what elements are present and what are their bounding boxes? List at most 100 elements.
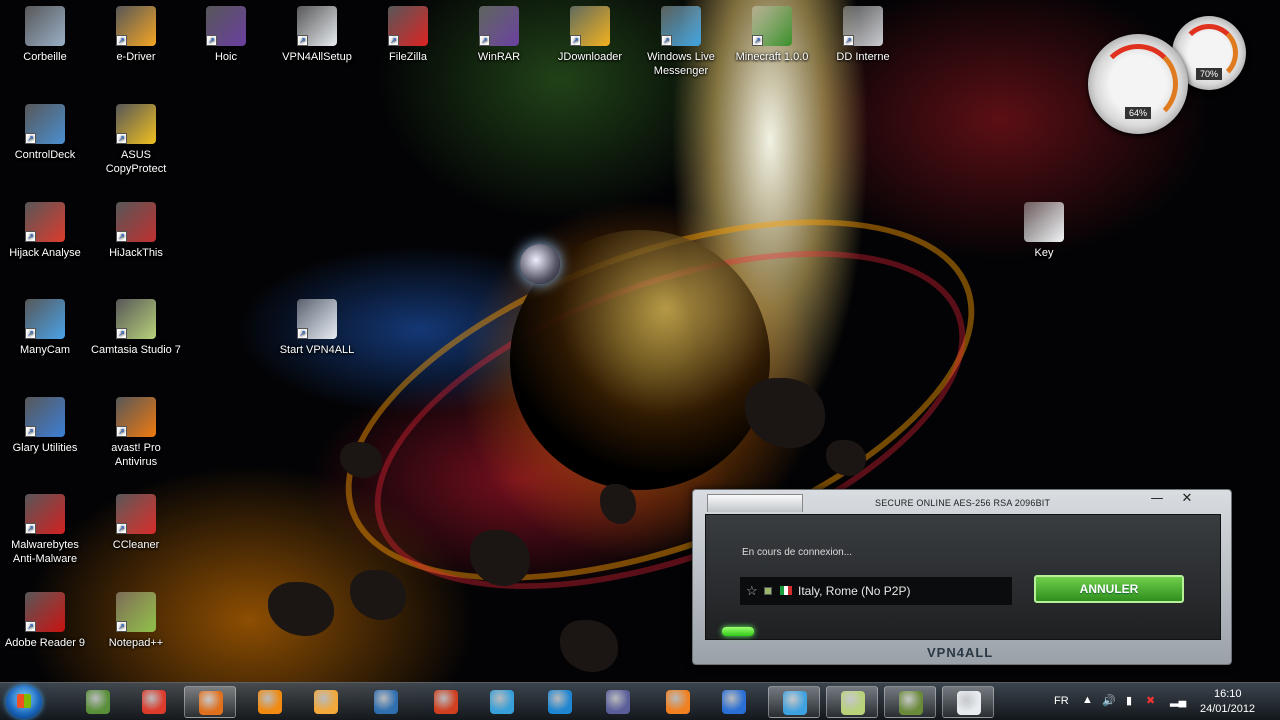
desktop-icon-label: ControlDeck xyxy=(14,149,76,161)
desktop-icon-label: Windows Live Messenger xyxy=(647,51,715,77)
desktop-icon[interactable]: ↗ Minecraft 1.0.0 xyxy=(727,6,817,64)
shortcut-arrow-icon: ↗ xyxy=(388,35,399,46)
power-icon[interactable]: ▮ xyxy=(1126,694,1132,707)
favorite-star-icon[interactable]: ☆ xyxy=(746,577,758,605)
globe-icon xyxy=(722,690,746,714)
taskbar-button[interactable] xyxy=(476,686,528,718)
desktop-icon[interactable]: ↗ Malwarebytes Anti-Malware xyxy=(0,494,90,566)
hard-drive-icon: ↗ xyxy=(843,6,883,46)
desktop-icon[interactable]: ↗ Notepad++ xyxy=(91,592,181,650)
desktop-icon[interactable]: ↗ Camtasia Studio 7 xyxy=(91,299,181,357)
taskbar-button[interactable] xyxy=(244,686,296,718)
shortcut-arrow-icon: ↗ xyxy=(843,35,854,46)
messenger-icon xyxy=(783,691,807,715)
shortcut-arrow-icon: ↗ xyxy=(570,35,581,46)
minimize-button[interactable]: — xyxy=(1143,491,1171,509)
shortcut-arrow-icon: ↗ xyxy=(752,35,763,46)
desktop-icon[interactable]: ↗ Windows Live Messenger xyxy=(636,6,726,78)
taskbar-button[interactable] xyxy=(708,686,760,718)
network-icon[interactable]: ✖ xyxy=(1146,694,1155,707)
close-button[interactable]: ✕ xyxy=(1173,491,1201,509)
shortcut-arrow-icon: ↗ xyxy=(25,231,36,242)
winrar-archive-icon: ↗ xyxy=(206,6,246,46)
vpn-titlebar[interactable]: SECURE ONLINE AES-256 RSA 2096BIT — ✕ xyxy=(693,490,1231,514)
controldeck-icon: ↗ xyxy=(25,104,65,144)
shortcut-arrow-icon: ↗ xyxy=(25,328,36,339)
desktop-icon-label: Malwarebytes Anti-Malware xyxy=(11,539,79,565)
desktop-icon[interactable]: ↗ FileZilla xyxy=(363,6,453,64)
clock-time[interactable]: 16:10 xyxy=(1214,688,1242,700)
glary-utilities-icon: ↗ xyxy=(25,397,65,437)
desktop-icon-label: Hijack Analyse xyxy=(9,247,81,259)
show-hidden-icons-icon[interactable]: ▲ xyxy=(1082,694,1093,706)
taskbar-button[interactable] xyxy=(72,686,124,718)
desktop-icon[interactable]: ↗ JDownloader xyxy=(545,6,635,64)
shortcut-arrow-icon: ↗ xyxy=(661,35,672,46)
taskbar-button[interactable] xyxy=(534,686,586,718)
cancel-button[interactable]: ANNULER xyxy=(1034,575,1184,603)
desktop-icon-label: Corbeille xyxy=(23,51,67,63)
desktop-icon-label: CCleaner xyxy=(112,539,160,551)
taskbar-button[interactable] xyxy=(592,686,644,718)
shortcut-arrow-icon: ↗ xyxy=(116,328,127,339)
desktop-icon[interactable]: ↗ WinRAR xyxy=(454,6,544,64)
desktop-icon[interactable]: ↗ CCleaner xyxy=(91,494,181,552)
signal-icon[interactable]: ▂▄ xyxy=(1170,694,1186,707)
shortcut-arrow-icon: ↗ xyxy=(297,35,308,46)
wallpaper-moon xyxy=(520,244,560,284)
desktop-icon[interactable]: ↗ ManyCam xyxy=(0,299,90,357)
shortcut-arrow-icon: ↗ xyxy=(116,426,127,437)
desktop-icon[interactable]: ↗ e-Driver xyxy=(91,6,181,64)
language-indicator[interactable]: FR xyxy=(1054,695,1069,707)
taskbar-button[interactable] xyxy=(768,686,820,718)
color-palette-icon xyxy=(490,690,514,714)
shortcut-arrow-icon: ↗ xyxy=(116,35,127,46)
malwarebytes-icon: ↗ xyxy=(25,494,65,534)
volume-icon[interactable]: 🔊 xyxy=(1102,694,1116,707)
taskbar-button[interactable] xyxy=(128,686,180,718)
taskbar-button[interactable] xyxy=(360,686,412,718)
desktop-icon[interactable]: ↗ Start VPN4ALL xyxy=(272,299,362,357)
taskbar-button[interactable] xyxy=(826,686,878,718)
vpn-tab[interactable] xyxy=(707,494,803,512)
desktop-icon-label: JDownloader xyxy=(557,51,623,63)
taskbar-button[interactable] xyxy=(652,686,704,718)
chrome-icon: ↗ xyxy=(25,202,65,242)
desktop-icon[interactable]: ↗ Hoic xyxy=(181,6,271,64)
shortcut-arrow-icon: ↗ xyxy=(479,35,490,46)
taskbar-button[interactable] xyxy=(300,686,352,718)
shortcut-arrow-icon: ↗ xyxy=(25,523,36,534)
winrar-icon: ↗ xyxy=(479,6,519,46)
firefox-icon xyxy=(199,691,223,715)
server-selector[interactable]: ☆ Italy, Rome (No P2P) xyxy=(740,577,1012,605)
camtasia-icon: ↗ xyxy=(116,299,156,339)
desktop-icon-label: Glary Utilities xyxy=(12,442,78,454)
taskbar-button[interactable] xyxy=(420,686,472,718)
server-name: Italy, Rome (No P2P) xyxy=(798,584,911,598)
vlc-icon xyxy=(258,690,282,714)
clock-date[interactable]: 24/01/2012 xyxy=(1200,703,1255,715)
shortcut-arrow-icon: ↗ xyxy=(25,426,36,437)
desktop-icon[interactable]: Corbeille xyxy=(0,6,90,64)
desktop-icon[interactable]: ↗ VPN4AllSetup xyxy=(272,6,362,64)
taskbar-button[interactable] xyxy=(884,686,936,718)
desktop-icon[interactable]: ↗ ASUS CopyProtect xyxy=(91,104,181,176)
desktop-icon[interactable]: ↗ avast! Pro Antivirus xyxy=(91,397,181,469)
desktop-icon[interactable]: ↗ DD Interne xyxy=(818,6,908,64)
taskbar-button[interactable] xyxy=(942,686,994,718)
server-load-icon xyxy=(764,587,772,595)
desktop-icon-label: e-Driver xyxy=(116,51,156,63)
taskbar-button[interactable] xyxy=(184,686,236,718)
desktop-icon[interactable]: ↗ Hijack Analyse xyxy=(0,202,90,260)
minecraft-icon xyxy=(86,690,110,714)
desktop-icon[interactable]: ↗ HiJackThis xyxy=(91,202,181,260)
wallpaper-asteroid xyxy=(268,582,334,636)
windows-logo-icon xyxy=(17,694,31,708)
desktop-icon[interactable]: Key xyxy=(999,202,1089,260)
cpu-meter-gadget[interactable]: 64% xyxy=(1088,34,1188,134)
shortcut-arrow-icon: ↗ xyxy=(116,621,127,632)
start-button[interactable] xyxy=(6,685,42,719)
desktop-icon[interactable]: ↗ Glary Utilities xyxy=(0,397,90,455)
desktop-icon[interactable]: ↗ ControlDeck xyxy=(0,104,90,162)
desktop-icon[interactable]: ↗ Adobe Reader 9 xyxy=(0,592,90,650)
